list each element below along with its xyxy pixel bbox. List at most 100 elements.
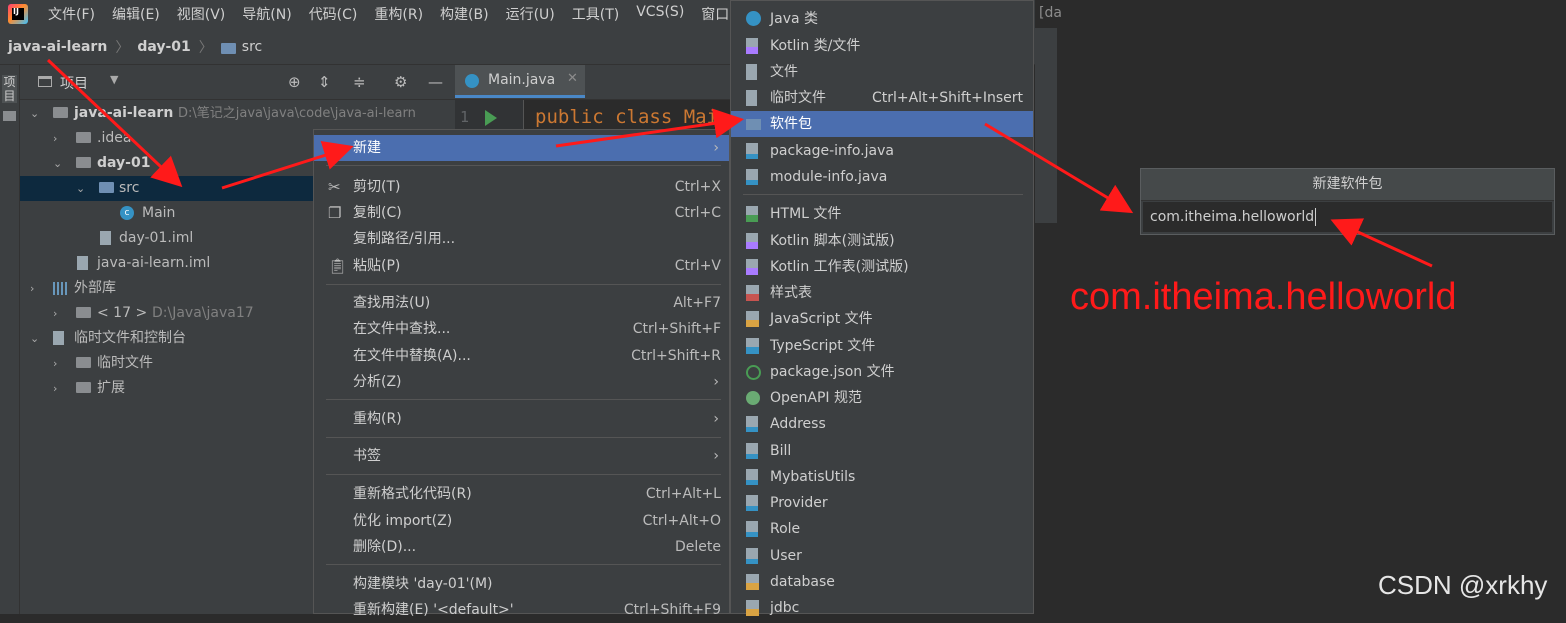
openapi-icon <box>746 391 760 405</box>
menu-item-find-usages[interactable]: 查找用法(U) Alt+F7 <box>314 290 729 316</box>
menu-item-analyze[interactable]: 分析(Z) › <box>314 369 729 395</box>
menu-item-reformat[interactable]: 重新格式化代码(R) Ctrl+Alt+L <box>314 481 729 507</box>
menu-file[interactable]: 文件(F) <box>48 4 95 24</box>
java-file-icon <box>746 143 758 159</box>
submenu-item[interactable]: User <box>731 543 1033 569</box>
submenu-item[interactable]: Kotlin 类/文件 <box>731 33 1033 59</box>
minimize-icon[interactable]: — <box>428 73 443 91</box>
package-name-input[interactable]: com.itheima.helloworld <box>1143 202 1552 232</box>
submenu-item[interactable]: Kotlin 脚本(测试版) <box>731 228 1033 254</box>
collapse-all-icon[interactable]: ≑ <box>353 73 366 91</box>
iml-file-icon <box>77 256 88 270</box>
submenu-item[interactable]: 样式表 <box>731 280 1033 306</box>
chevron-right-icon[interactable]: › <box>53 126 57 151</box>
menu-refactor[interactable]: 重构(R) <box>374 4 423 24</box>
submenu-item[interactable]: database <box>731 569 1033 595</box>
submenu-item-shortcut: Ctrl+Alt+Shift+Insert <box>871 90 1023 106</box>
menu-navigate[interactable]: 导航(N) <box>242 4 291 24</box>
kotlin-script-icon <box>746 233 758 249</box>
menu-item-new[interactable]: 新建 › <box>314 135 729 161</box>
menu-item-find-in-files[interactable]: 在文件中查找... Ctrl+Shift+F <box>314 316 729 342</box>
submenu-item[interactable]: jdbc <box>731 595 1033 621</box>
menu-item-label: 在文件中替换(A)... <box>353 348 471 364</box>
scissors-icon: ✂ <box>328 178 341 196</box>
menu-item-shortcut: Ctrl+Shift+F <box>632 321 721 337</box>
menu-item-optimize-imports[interactable]: 优化 import(Z) Ctrl+Alt+O <box>314 508 729 534</box>
submenu-item-label: Kotlin 工作表(测试版) <box>770 259 909 275</box>
menu-tools[interactable]: 工具(T) <box>572 4 619 24</box>
menu-view[interactable]: 视图(V) <box>177 4 226 24</box>
submenu-item-label: 文件 <box>770 64 798 80</box>
kotlin-worksheet-icon <box>746 259 758 275</box>
submenu-item[interactable]: 临时文件 Ctrl+Alt+Shift+Insert <box>731 85 1033 111</box>
menu-item-replace-in-files[interactable]: 在文件中替换(A)... Ctrl+Shift+R <box>314 343 729 369</box>
template-file-icon <box>746 495 758 511</box>
submenu-item[interactable]: Kotlin 工作表(测试版) <box>731 254 1033 280</box>
chevron-right-icon[interactable]: › <box>53 376 57 401</box>
locate-icon[interactable]: ⊕ <box>288 73 301 91</box>
submenu-item-label: Role <box>770 521 801 537</box>
menu-item-cut[interactable]: ✂ 剪切(T) Ctrl+X <box>314 174 729 200</box>
menu-vcs[interactable]: VCS(S) <box>636 4 684 24</box>
db-file-icon <box>746 574 759 590</box>
submenu-item[interactable]: package.json 文件 <box>731 359 1033 385</box>
chevron-right-icon[interactable]: › <box>30 276 34 301</box>
tree-row-project-root[interactable]: ⌄ java-ai-learn D:\笔记之java\java\code\jav… <box>20 101 455 126</box>
tree-label: java-ai-learn.iml <box>97 255 211 271</box>
submenu-item[interactable]: 软件包 <box>731 111 1033 137</box>
submenu-item[interactable]: MybatisUtils <box>731 464 1033 490</box>
chevron-down-icon[interactable]: ⌄ <box>76 176 85 201</box>
tree-label: java-ai-learn <box>74 105 174 121</box>
menu-item-shortcut: Ctrl+Shift+F9 <box>623 602 721 618</box>
breadcrumb-project[interactable]: java-ai-learn <box>8 39 107 55</box>
menu-build[interactable]: 构建(B) <box>440 4 489 24</box>
submenu-item[interactable]: package-info.java <box>731 138 1033 164</box>
chevron-down-icon[interactable]: ▼ <box>110 73 118 86</box>
submenu-item-label: Java 类 <box>770 11 819 27</box>
menu-window[interactable]: 窗口 <box>701 4 729 24</box>
menu-code[interactable]: 代码(C) <box>309 4 358 24</box>
menu-run[interactable]: 运行(U) <box>506 4 555 24</box>
menu-item-label: 重构(R) <box>353 411 402 427</box>
submenu-item[interactable]: TypeScript 文件 <box>731 333 1033 359</box>
code-line[interactable]: public class Mai <box>535 106 718 128</box>
chevron-down-icon[interactable]: ⌄ <box>53 151 62 176</box>
menu-item-paste[interactable]: 📋︎ 粘贴(P) Ctrl+V <box>314 253 729 279</box>
menu-item-label: 在文件中查找... <box>353 321 451 337</box>
gear-icon[interactable]: ⚙ <box>394 73 407 91</box>
expand-all-icon[interactable]: ⇕ <box>318 73 331 91</box>
breadcrumb-folder[interactable]: src <box>242 39 262 55</box>
submenu-item-label: Kotlin 脚本(测试版) <box>770 233 895 249</box>
submenu-item[interactable]: HTML 文件 <box>731 201 1033 227</box>
chevron-right-icon[interactable]: › <box>53 351 57 376</box>
breadcrumb-module[interactable]: day-01 <box>137 39 190 55</box>
menu-item-delete[interactable]: 删除(D)... Delete <box>314 534 729 560</box>
submenu-item[interactable]: Provider <box>731 490 1033 516</box>
project-tool-window-button[interactable]: 项目 <box>2 75 17 103</box>
chevron-down-icon[interactable]: ⌄ <box>30 326 39 351</box>
menu-item-copy[interactable]: ❐ 复制(C) Ctrl+C <box>314 200 729 226</box>
menu-item-bookmarks[interactable]: 书签 › <box>314 443 729 469</box>
menu-item-build-module[interactable]: 构建模块 'day-01'(M) <box>314 571 729 597</box>
submenu-item[interactable]: JavaScript 文件 <box>731 306 1033 332</box>
menu-item-rebuild[interactable]: 重新构建(E) '<default>' Ctrl+Shift+F9 <box>314 597 729 623</box>
project-panel-title[interactable]: 项目 <box>60 73 88 93</box>
submenu-item[interactable]: 文件 <box>731 59 1033 85</box>
submenu-item[interactable]: OpenAPI 规范 <box>731 385 1033 411</box>
menu-item-label: 复制路径/引用... <box>353 231 456 247</box>
run-icon[interactable] <box>485 110 497 126</box>
submenu-item[interactable]: module-info.java <box>731 164 1033 190</box>
submenu-item[interactable]: Role <box>731 516 1033 542</box>
menu-divider <box>326 399 721 400</box>
submenu-item[interactable]: Bill <box>731 438 1033 464</box>
submenu-item[interactable]: Java 类 <box>731 6 1033 32</box>
submenu-item[interactable]: Address <box>731 411 1033 437</box>
tab-main-java[interactable]: Main.java ✕ <box>455 65 585 98</box>
tree-label: .idea <box>97 130 132 146</box>
close-icon[interactable]: ✕ <box>567 71 578 86</box>
menu-item-copy-path[interactable]: 复制路径/引用... <box>314 226 729 252</box>
menu-edit[interactable]: 编辑(E) <box>112 4 160 24</box>
menu-item-refactor[interactable]: 重构(R) › <box>314 406 729 432</box>
chevron-right-icon[interactable]: › <box>53 301 57 326</box>
chevron-down-icon[interactable]: ⌄ <box>30 101 39 126</box>
